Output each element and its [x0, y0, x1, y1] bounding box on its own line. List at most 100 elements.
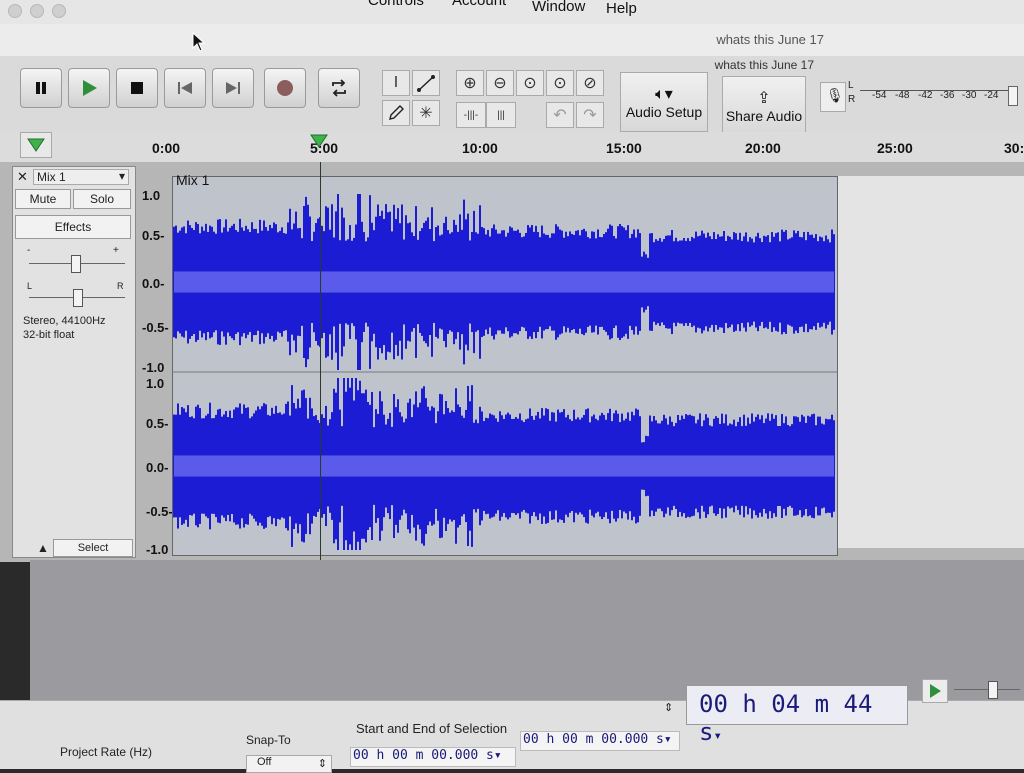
record-button[interactable]	[264, 68, 306, 108]
menu-controls[interactable]: Controls	[368, 0, 424, 9]
play-icon	[930, 684, 941, 698]
zoom-fit-icon: ⊙	[553, 75, 567, 92]
meter-tick: -30	[962, 90, 977, 101]
mute-button[interactable]: Mute	[15, 189, 71, 209]
undo-icon: ↶	[553, 107, 567, 124]
menu-account[interactable]: Account	[452, 0, 506, 9]
skip-to-end-button[interactable]	[212, 68, 254, 108]
pause-button[interactable]	[20, 68, 62, 108]
zoom-out-icon: ⊖	[493, 75, 507, 92]
share-audio-label: Share Audio	[725, 108, 803, 124]
meter-tick: -24	[984, 90, 999, 101]
effects-button[interactable]: Effects	[15, 215, 131, 239]
close-window-icon[interactable]	[8, 4, 22, 18]
zoom-in-button[interactable]: ⊕	[456, 70, 484, 96]
scale-label: -1.0	[146, 542, 169, 557]
silence-button[interactable]: |||	[486, 102, 516, 128]
fit-selection-button[interactable]: ⊙	[516, 70, 544, 96]
dropdown-icon: ▾	[713, 728, 722, 744]
scale-label: -1.0	[142, 360, 165, 375]
skip-end-icon	[226, 82, 240, 94]
mouse-cursor-icon	[192, 32, 206, 52]
pan-left-label: L	[27, 281, 33, 291]
meter-tick: -42	[918, 90, 933, 101]
zoom-toggle-icon: ⊘	[583, 75, 597, 92]
collapse-track-icon[interactable]: ▲	[37, 541, 49, 555]
meter-slider-handle[interactable]	[1008, 86, 1018, 106]
meter-tick: -48	[895, 90, 910, 101]
undo-button[interactable]: ↶	[546, 102, 574, 128]
skip-to-start-button[interactable]	[164, 68, 206, 108]
stop-button[interactable]	[116, 68, 158, 108]
audio-position-display[interactable]: 00 h 04 m 44 s▾	[686, 685, 908, 746]
selection-end-time[interactable]: 00 h 00 m 00.000 s▾	[520, 731, 680, 751]
i-beam-icon: I	[393, 74, 399, 91]
zoom-out-button[interactable]: ⊖	[486, 70, 514, 96]
scale-label: -0.5-	[142, 320, 169, 335]
snap-to-select[interactable]: Off ⇕	[246, 755, 332, 773]
solo-button[interactable]: Solo	[73, 189, 131, 209]
selection-start-value: 00 h 00 m 00.000 s	[353, 748, 494, 763]
meter-channel-l: L	[848, 80, 854, 91]
menu-window[interactable]: Window	[532, 0, 585, 15]
close-track-icon[interactable]: ✕	[17, 169, 28, 185]
track-name: Mix 1	[37, 170, 66, 184]
waveform-right-channel	[173, 378, 835, 550]
play-speed-handle[interactable]	[988, 681, 998, 699]
playhead-marker-icon[interactable]	[310, 134, 328, 148]
audio-setup-button[interactable]: 🔈︎▾ Audio Setup	[620, 72, 708, 132]
selection-mode-chevron-icon[interactable]: ⇕	[664, 701, 673, 714]
zoom-window-icon[interactable]	[52, 4, 66, 18]
timeline-ruler[interactable]: 0:00 5:00 10:00 15:00 20:00 25:00 30:	[0, 132, 1024, 163]
envelope-tool[interactable]	[412, 70, 440, 96]
draw-tool[interactable]	[382, 100, 410, 126]
selection-toolbar: Project Rate (Hz) Snap-To Off ⇕ Start an…	[0, 679, 1024, 773]
skip-start-icon	[178, 82, 192, 94]
empty-track-region[interactable]	[838, 176, 1024, 548]
minimize-window-icon[interactable]	[30, 4, 44, 18]
timeline-label: 15:00	[606, 140, 642, 156]
timeline-label: 20:00	[745, 140, 781, 156]
share-audio-button[interactable]: ⇪ Share Audio	[722, 76, 806, 136]
scale-label: 0.0-	[146, 460, 169, 475]
gain-min-label: -	[27, 245, 31, 256]
timeline-options-button[interactable]	[20, 132, 52, 158]
multi-tool[interactable]: ✳	[412, 100, 440, 126]
microphone-icon: 🎙︎	[826, 87, 844, 103]
gain-max-label: +	[113, 245, 119, 256]
clip-title[interactable]: Mix 1	[176, 172, 209, 188]
empty-tracks-area[interactable]	[30, 560, 1024, 700]
selection-end-value: 00 h 00 m 00.000 s	[523, 732, 664, 747]
zoom-toggle-button[interactable]: ⊘	[576, 70, 604, 96]
audio-position-value: 00 h 04 m 44 s	[699, 690, 873, 746]
play-speed-slider[interactable]	[954, 689, 1020, 690]
zoom-in-icon: ⊕	[463, 75, 477, 92]
scale-label: -0.5-	[146, 504, 173, 519]
scale-label: 0.5-	[142, 228, 165, 243]
scale-label: 1.0	[142, 188, 161, 203]
record-meter-button[interactable]: 🎙︎	[820, 82, 846, 112]
toolbar: whats this June 17 I ✳ ⊕ ⊖ ⊙ ⊙ ⊘ -|||- |…	[0, 56, 1024, 136]
fit-project-button[interactable]: ⊙	[546, 70, 574, 96]
dropdown-icon: ▾	[663, 732, 672, 747]
play-button[interactable]	[68, 68, 110, 108]
select-track-button[interactable]: Select	[53, 539, 133, 557]
timeline-label: 10:00	[462, 140, 498, 156]
waveform-rms-band	[174, 455, 834, 477]
project-rate-label: Project Rate (Hz)	[60, 745, 153, 759]
loop-icon	[332, 79, 346, 97]
loop-button[interactable]	[318, 68, 360, 108]
redo-icon: ↷	[583, 107, 597, 124]
track-name-menu[interactable]: Mix 1 ▾	[33, 169, 129, 185]
trim-outside-button[interactable]: -|||-	[456, 102, 486, 128]
audio-setup-label: Audio Setup	[625, 104, 703, 120]
selection-tool[interactable]: I	[382, 70, 410, 96]
gain-slider-handle[interactable]	[71, 255, 81, 273]
selection-start-time[interactable]: 00 h 00 m 00.000 s▾	[350, 747, 516, 767]
menu-help[interactable]: Help	[606, 0, 637, 17]
meter-channel-r: R	[848, 94, 856, 105]
redo-button[interactable]: ↷	[576, 102, 604, 128]
meter-tick: -36	[940, 90, 955, 101]
pan-slider-handle[interactable]	[73, 289, 83, 307]
play-at-speed-button[interactable]	[922, 679, 948, 703]
